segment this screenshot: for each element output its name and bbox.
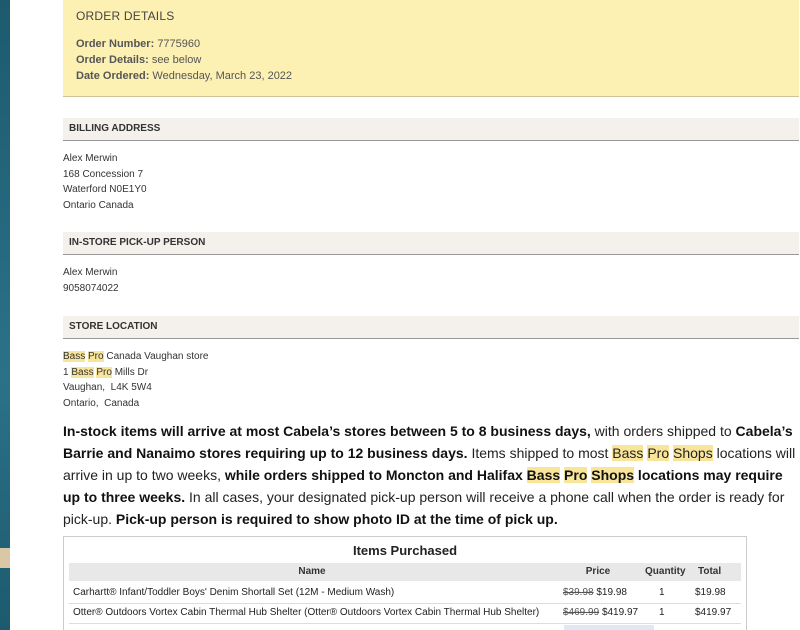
subtotal-row-edge: [564, 625, 654, 630]
billing-city: Waterford N0E1Y0: [63, 184, 147, 195]
billing-name: Alex Merwin: [63, 153, 118, 164]
order-number-label: Order Number:: [76, 38, 155, 50]
item-price: $469.99 $419.97: [563, 603, 638, 623]
highlight-bass: Bass: [526, 467, 561, 483]
billing-address-header: BILLING ADDRESS: [63, 118, 799, 141]
store-line-3: Vaughan, L4K 5W4: [63, 382, 152, 393]
order-details-panel: ORDER DETAILS Order Number: 7775960 Orde…: [63, 0, 799, 97]
order-number-row: Order Number: 7775960: [76, 38, 200, 50]
highlight-shops: Shops: [591, 467, 635, 483]
store-line-2: 1 Bass Pro Mills Dr: [63, 366, 149, 378]
billing-street: 168 Concession 7: [63, 168, 144, 180]
store-location-block: Bass Pro Canada Vaughan store 1 Bass Pro…: [63, 349, 208, 411]
header-total: Total: [698, 566, 722, 577]
order-date-row: Date Ordered: Wednesday, March 23, 2022: [76, 70, 292, 82]
pickup-person-block: Alex Merwin 9058074022: [63, 265, 119, 296]
pickup-person-header: IN-STORE PICK-UP PERSON: [63, 232, 799, 255]
item-old-price: $469.99: [563, 607, 600, 618]
shipping-notice: In-stock items will arrive at most Cabel…: [63, 423, 796, 527]
item-total: $419.97: [695, 607, 732, 618]
item-name[interactable]: Otter® Outdoors Vortex Cabin Thermal Hub…: [73, 603, 539, 623]
pickup-phone: 9058074022: [63, 282, 119, 294]
order-number-value: 7775960: [157, 38, 201, 50]
item-price: $39.98 $19.98: [563, 583, 627, 603]
billing-address-block: Alex Merwin 168 Concession 7 Waterford N…: [63, 151, 147, 213]
item-quantity: 1: [659, 587, 665, 598]
table-header-row: Name Price Quantity Total: [69, 563, 741, 581]
store-line-1: Bass Pro Canada Vaughan store: [63, 351, 209, 362]
items-purchased-table: Items Purchased Name Price Quantity Tota…: [63, 536, 747, 630]
order-details-label: Order Details:: [76, 54, 149, 66]
pickup-name: Alex Merwin: [63, 267, 118, 278]
order-details-value: see below: [151, 54, 202, 66]
table-row: Otter® Outdoors Vortex Cabin Thermal Hub…: [69, 603, 741, 624]
order-details-row: Order Details: see below: [76, 54, 201, 66]
store-location-header: STORE LOCATION: [63, 316, 799, 339]
item-old-price: $39.98: [563, 587, 594, 598]
highlight-pro: Pro: [96, 366, 112, 378]
highlight-pro: Pro: [647, 445, 670, 461]
item-sale-price: $19.98: [596, 587, 627, 598]
highlight-bass: Bass: [71, 366, 94, 378]
order-date-label: Date Ordered:: [76, 70, 150, 82]
highlight-shops: Shops: [673, 445, 713, 461]
order-date-value: Wednesday, March 23, 2022: [152, 70, 293, 82]
header-quantity: Quantity: [645, 566, 686, 577]
edge-marker: [0, 548, 10, 568]
highlight-pro: Pro: [564, 467, 588, 483]
header-name: Name: [298, 566, 326, 577]
highlight-pro: Pro: [88, 351, 104, 362]
highlight-bass: Bass: [612, 445, 644, 461]
item-total: $19.98: [695, 587, 726, 598]
order-confirmation-page: ORDER DETAILS Order Number: 7775960 Orde…: [10, 0, 800, 630]
order-details-heading: ORDER DETAILS: [76, 9, 175, 23]
highlight-bass: Bass: [63, 351, 86, 362]
store-line-4: Ontario, Canada: [63, 397, 140, 409]
billing-region: Ontario Canada: [63, 199, 134, 211]
table-row: Carhartt® Infant/Toddler Boys' Denim Sho…: [69, 583, 741, 604]
item-sale-price: $419.97: [601, 607, 639, 618]
header-price: Price: [585, 566, 611, 577]
items-purchased-title: Items Purchased: [352, 543, 458, 558]
item-name[interactable]: Carhartt® Infant/Toddler Boys' Denim Sho…: [73, 583, 394, 603]
item-quantity: 1: [659, 607, 665, 618]
window-left-edge: [0, 0, 10, 630]
